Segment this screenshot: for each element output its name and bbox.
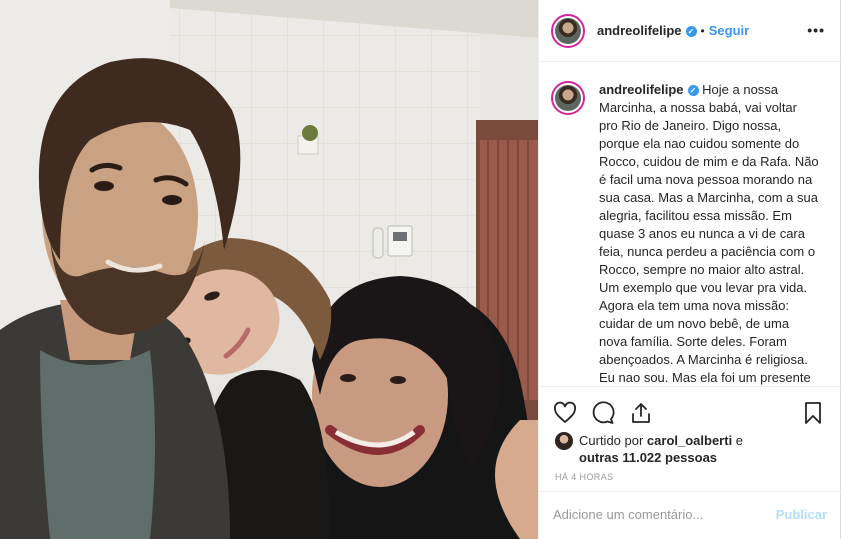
verified-badge-icon: ✓ xyxy=(685,26,697,37)
heart-icon[interactable] xyxy=(553,401,577,425)
caption-area: andreolifelipe ✓ Hoje a nossa Marcinha, a… xyxy=(539,63,841,385)
liker-avatar[interactable] xyxy=(555,432,573,450)
author-username[interactable]: andreolifelipe ✓ xyxy=(597,23,697,38)
post-timestamp[interactable]: HÁ 4 HORAS xyxy=(555,472,614,482)
caption-username-text[interactable]: andreolifelipe xyxy=(599,82,684,97)
post-photo[interactable] xyxy=(0,0,538,539)
verified-badge-icon: ✓ xyxy=(687,85,699,96)
action-icons xyxy=(553,401,653,425)
caption-author-avatar[interactable] xyxy=(551,81,585,115)
caption-username[interactable]: andreolifelipe ✓ xyxy=(599,82,699,97)
post-caption: andreolifelipe ✓ Hoje a nossa Marcinha, a… xyxy=(599,81,819,385)
follow-button[interactable]: Seguir xyxy=(709,23,749,38)
author-username-text[interactable]: andreolifelipe xyxy=(597,23,682,38)
likes-text: Curtido por carol_oalberti e outras 11.0… xyxy=(579,432,779,466)
share-icon[interactable] xyxy=(629,401,653,425)
post-header: andreolifelipe ✓ • Seguir ••• xyxy=(539,0,841,62)
comment-icon[interactable] xyxy=(591,401,615,425)
liker-username[interactable]: carol_oalberti xyxy=(647,433,732,448)
likes-others-link[interactable]: outras 11.022 pessoas xyxy=(579,450,717,465)
header-separator: • xyxy=(700,23,705,38)
more-options-icon[interactable]: ••• xyxy=(807,22,825,38)
post-photo-illustration xyxy=(0,0,538,539)
likes-summary: Curtido por carol_oalberti e outras 11.0… xyxy=(555,432,779,466)
likes-conjunction: e xyxy=(732,433,744,448)
post-sidebar: andreolifelipe ✓ • Seguir ••• andreolifel… xyxy=(538,0,841,539)
caption-text: Hoje a nossa Marcinha, a nossa babá, vai… xyxy=(599,82,819,385)
publish-button[interactable]: Publicar xyxy=(776,507,827,522)
post-actions: Curtido por carol_oalberti e outras 11.0… xyxy=(539,386,841,536)
likes-prefix: Curtido por xyxy=(579,433,647,448)
comment-input[interactable] xyxy=(553,507,776,522)
author-avatar[interactable] xyxy=(551,13,585,48)
bookmark-icon[interactable] xyxy=(801,401,825,425)
comment-form: Publicar xyxy=(539,491,841,537)
